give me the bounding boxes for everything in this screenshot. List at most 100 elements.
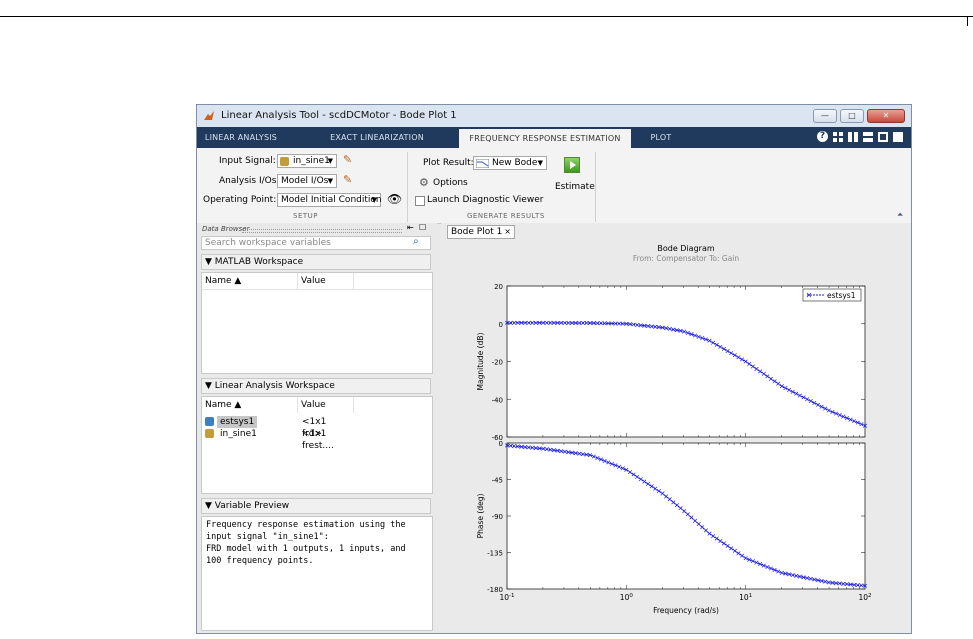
analysis-ios-dropdown[interactable]: Model I/Os ▼ (277, 174, 337, 188)
matlab-workspace-table[interactable]: Name ▲ Value (201, 272, 433, 374)
analysis-ios-label: Analysis I/Os: (219, 176, 280, 186)
matlab-logo-icon (204, 111, 214, 120)
estimate-button[interactable] (564, 157, 580, 173)
operating-point-label: Operating Point: (203, 195, 277, 205)
panel-grip[interactable] (242, 229, 402, 233)
operating-point-dropdown[interactable]: Model Initial Condition ▼ (277, 193, 382, 207)
signal-cube-icon (280, 157, 289, 166)
tile-grid-icon[interactable] (833, 131, 843, 142)
variable-preview-title: Variable Preview (214, 501, 290, 511)
column-name[interactable]: Name ▲ (202, 273, 298, 289)
y-axis-label: Phase (deg) (476, 494, 485, 539)
single-tile-icon[interactable] (893, 131, 903, 142)
row-name: estsys1 (217, 416, 258, 428)
column-value[interactable]: Value (298, 273, 354, 289)
bode-plot-tab[interactable]: Bode Plot 1 × (447, 225, 515, 239)
x-tick-label: 100 (620, 593, 634, 602)
edit-input-signal-icon[interactable]: ✎ (343, 153, 352, 166)
maximize-panel-icon[interactable]: ☐ (419, 223, 426, 232)
y-tick-label: 0 (499, 440, 503, 448)
section-divider (407, 152, 408, 222)
tab-frequency-response-estimation[interactable]: FREQUENCY RESPONSE ESTIMATION (459, 129, 631, 148)
maximize-button[interactable]: □ (840, 109, 864, 123)
eye-icon[interactable]: 👁 (387, 192, 402, 206)
analysis-ios-value: Model I/Os (281, 176, 329, 186)
section-divider (595, 152, 596, 222)
header-divider (202, 289, 432, 290)
tile-columns-icon[interactable] (848, 131, 858, 142)
y-tick-label: 0 (499, 321, 503, 329)
plot-panel: Bode Plot 1 × Bode Diagram From: Compensat… (441, 223, 911, 634)
y-tick-label: -90 (492, 513, 503, 521)
x-tick-label: 10-1 (499, 593, 514, 602)
y-tick-label: -40 (492, 396, 503, 404)
gear-icon[interactable]: ⚙ (419, 176, 429, 189)
plot-result-dropdown[interactable]: New Bode ▼ (473, 156, 547, 170)
pin-icon[interactable]: ⇤ (407, 223, 414, 232)
float-icon[interactable] (878, 131, 888, 142)
linear-analysis-window: Linear Analysis Tool - scdDCMotor - Bode… (196, 104, 912, 634)
collapse-ribbon-icon[interactable]: ⏶ (897, 210, 903, 220)
options-label[interactable]: Options (433, 178, 468, 188)
variable-preview-text: Frequency response estimation using the … (201, 516, 433, 631)
estimate-label[interactable]: Estimate (555, 182, 595, 192)
toolstrip-ribbon: Input Signal: in_sine1 ▼ ✎ Analysis I/Os:… (197, 148, 911, 224)
y-tick-label: -45 (492, 477, 503, 485)
close-tab-icon[interactable]: × (504, 226, 511, 238)
chevron-down-icon: ▼ (327, 157, 333, 165)
matlab-workspace-header[interactable]: ▼ MATLAB Workspace (201, 254, 431, 270)
chart-title: Bode Diagram (657, 244, 714, 253)
search-icon[interactable]: ⌕ (413, 236, 419, 247)
variable-preview-header[interactable]: ▼ Variable Preview (201, 498, 431, 514)
search-input[interactable]: Search workspace variables (201, 236, 431, 250)
launch-diagnostic-label[interactable]: Launch Diagnostic Viewer (427, 195, 543, 205)
launch-diagnostic-checkbox[interactable] (415, 196, 425, 206)
x-tick-label: 102 (858, 593, 871, 602)
minimize-button[interactable]: — (813, 109, 837, 123)
search-placeholder: Search workspace variables (205, 238, 331, 248)
linear-analysis-workspace-table[interactable]: Name ▲ Value estsys1 <1x1 frd> in_sine1 … (201, 396, 433, 494)
chevron-down-icon: ▼ (371, 196, 377, 204)
row-name: in_sine1 (220, 429, 257, 439)
linear-analysis-workspace-header[interactable]: ▼ Linear Analysis Workspace (201, 378, 431, 394)
chart-subtitle: From: Compensator To: Gain (633, 254, 740, 263)
tab-linear-analysis[interactable]: LINEAR ANALYSIS (197, 127, 285, 148)
tile-rows-icon[interactable] (863, 131, 873, 142)
y-tick-label: -135 (487, 550, 503, 558)
axes-box (506, 285, 866, 438)
toolstrip-tabbar: LINEAR ANALYSIS EXACT LINEARIZATION FREQ… (197, 127, 911, 148)
close-button[interactable]: ✕ (867, 109, 905, 123)
chevron-down-icon: ▼ (327, 177, 333, 185)
signal-cube-icon (205, 429, 214, 438)
matlab-workspace-title: MATLAB Workspace (214, 257, 304, 267)
y-axis-label: Magnitude (dB) (476, 332, 485, 390)
column-name[interactable]: Name ▲ (202, 397, 298, 413)
row-value: <1x1 frest.... (302, 429, 334, 451)
generate-results-section-label: GENERATE RESULTS (467, 212, 545, 220)
input-signal-value: in_sine1 (293, 156, 330, 166)
window-titlebar[interactable]: Linear Analysis Tool - scdDCMotor - Bode… (197, 105, 911, 127)
y-tick-label: -20 (492, 359, 503, 367)
linear-workspace-title: Linear Analysis Workspace (214, 381, 335, 391)
input-signal-dropdown[interactable]: in_sine1 ▼ (277, 154, 337, 168)
page-corner-tick (967, 16, 968, 26)
data-browser-panel: Data Browser ⇤ ☐ Search workspace variab… (197, 223, 437, 633)
tab-exact-linearization[interactable]: EXACT LINEARIZATION (317, 127, 437, 148)
plot-result-value: New Bode (492, 158, 538, 168)
legend-label: estsys1 (827, 291, 856, 300)
column-value[interactable]: Value (298, 397, 354, 413)
operating-point-value: Model Initial Condition (281, 195, 382, 205)
x-tick-label: 101 (739, 593, 752, 602)
chevron-down-icon: ▼ (537, 159, 543, 167)
plot-result-label: Plot Result: (423, 158, 474, 168)
setup-section-label: SETUP (293, 212, 318, 220)
help-icon[interactable]: ? (817, 131, 828, 142)
bode-diagram[interactable]: Bode DiagramFrom: Compensator To: Gain 20… (441, 239, 911, 634)
input-signal-label: Input Signal: (219, 156, 276, 166)
y-tick-label: 20 (494, 283, 503, 291)
bode-plot-tab-label: Bode Plot 1 (451, 227, 503, 237)
x-axis-label: Frequency (rad/s) (653, 606, 719, 615)
edit-analysis-ios-icon[interactable]: ✎ (343, 173, 352, 186)
bode-plot-icon (476, 159, 489, 168)
tab-plot[interactable]: PLOT (641, 127, 681, 148)
